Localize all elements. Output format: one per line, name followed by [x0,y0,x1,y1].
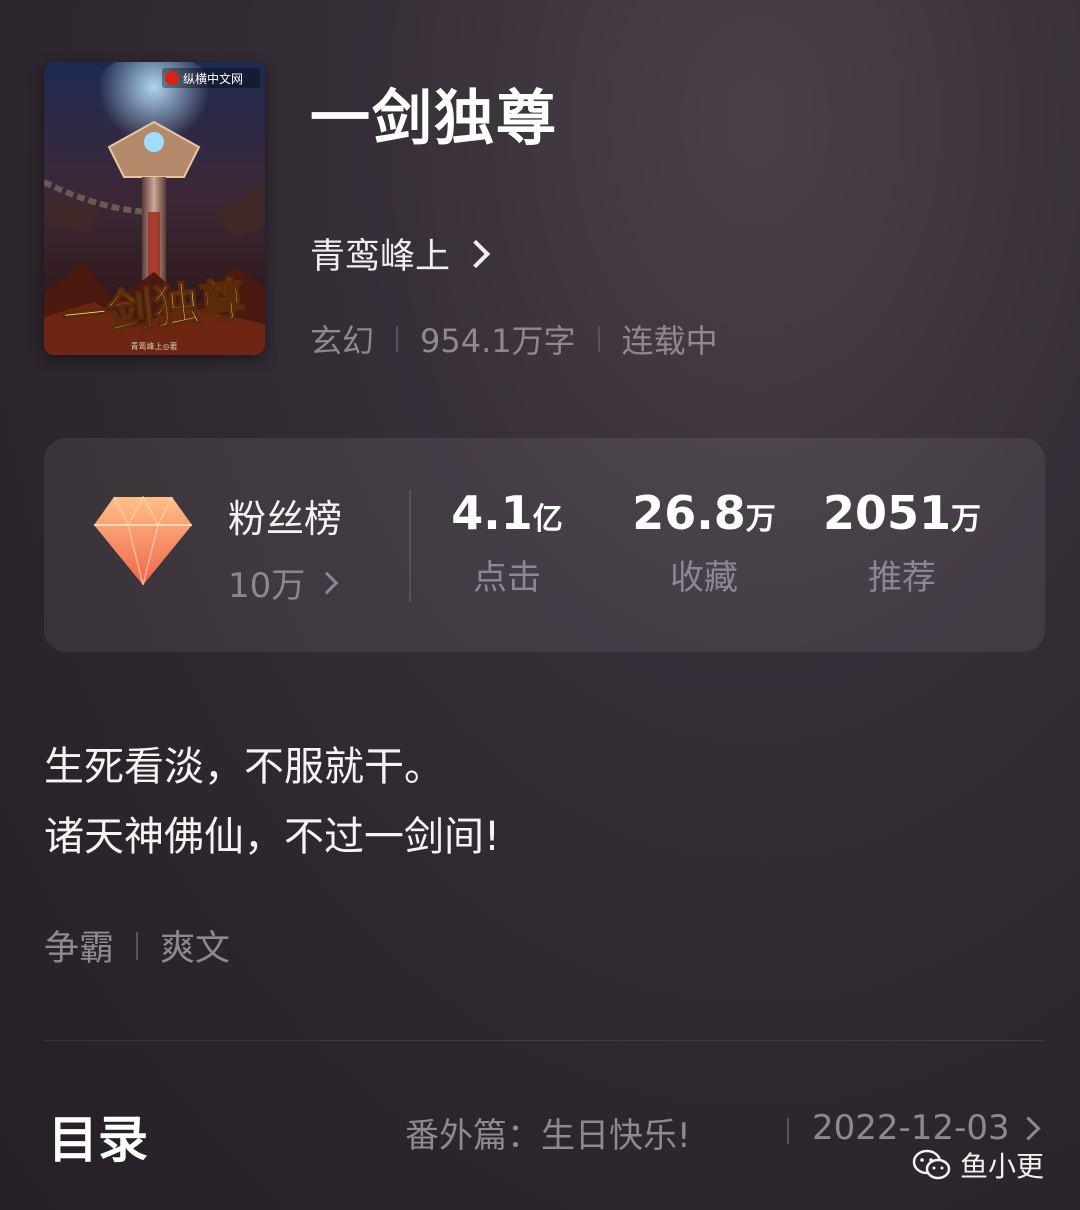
stat-label: 点击 [473,558,541,598]
fan-rank-label: 粉丝榜 [228,497,343,541]
stat-value: 4.1 [451,486,533,540]
fan-rank-link[interactable]: 10万 [228,558,339,607]
latest-update-date: 2022-12-03 [812,1108,1010,1148]
book-title: 一剑独尊 [310,84,558,154]
tag-item[interactable]: 爽文 [160,920,230,971]
latest-chapter[interactable]: 番外篇：生日快乐! [405,1108,691,1157]
book-description: 生死看淡，不服就干。 诸天神佛仙，不过一剑间! [44,732,500,872]
watermark: 鱼小更 [912,1145,1044,1185]
tag-item[interactable]: 争霸 [44,920,114,971]
stats-card: 粉丝榜 10万 4.1亿 点击 26.8万 收藏 2051万 推荐 [44,438,1045,652]
stat-unit: 亿 [532,502,563,537]
meta-divider [396,326,399,352]
stat-label: 收藏 [670,558,738,598]
book-cover[interactable]: 纵横中文网 一剑独尊 青鸾峰上◎著 [44,62,265,355]
chevron-right-icon [1016,1115,1041,1141]
stat-clicks: 4.1亿 点击 [442,486,572,599]
chevron-right-icon [461,239,491,268]
toc-date-link[interactable]: 2022-12-03 [812,1108,1041,1148]
stat-recommendations: 2051万 推荐 [822,486,982,599]
serial-status: 连载中 [621,322,718,360]
book-meta: 玄幻 954.1万字 连载中 [310,316,718,362]
stat-value: 26.8 [632,486,746,540]
watermark-text: 鱼小更 [959,1150,1044,1183]
stats-divider [409,490,411,602]
meta-divider [597,326,600,352]
tag-divider [136,931,139,960]
tag-list: 争霸 爽文 [44,920,230,971]
toc-divider [787,1118,789,1144]
word-count: 954.1万字 [420,322,576,360]
cover-author-credit: 青鸾峰上◎著 [131,341,178,351]
stat-label: 推荐 [868,558,936,598]
genre-label: 玄幻 [310,322,375,360]
description-line: 生死看淡，不服就干。 [44,744,444,790]
stat-unit: 万 [745,502,776,537]
author-link[interactable]: 青鸾峰上 [310,228,491,279]
toc-label[interactable]: 目录 [48,1100,148,1172]
wechat-icon [912,1149,951,1180]
section-divider [44,1040,1045,1041]
stat-value: 2051 [822,486,952,540]
cover-publisher-badge: 纵横中文网 [183,71,243,86]
chevron-right-icon [315,571,339,594]
diamond-icon [94,495,192,586]
description-line: 诸天神佛仙，不过一剑间! [44,814,501,860]
stat-collections: 26.8万 收藏 [629,486,779,599]
fan-rank-value: 10万 [228,566,306,606]
author-name: 青鸾峰上 [310,237,451,277]
stat-unit: 万 [951,502,982,537]
